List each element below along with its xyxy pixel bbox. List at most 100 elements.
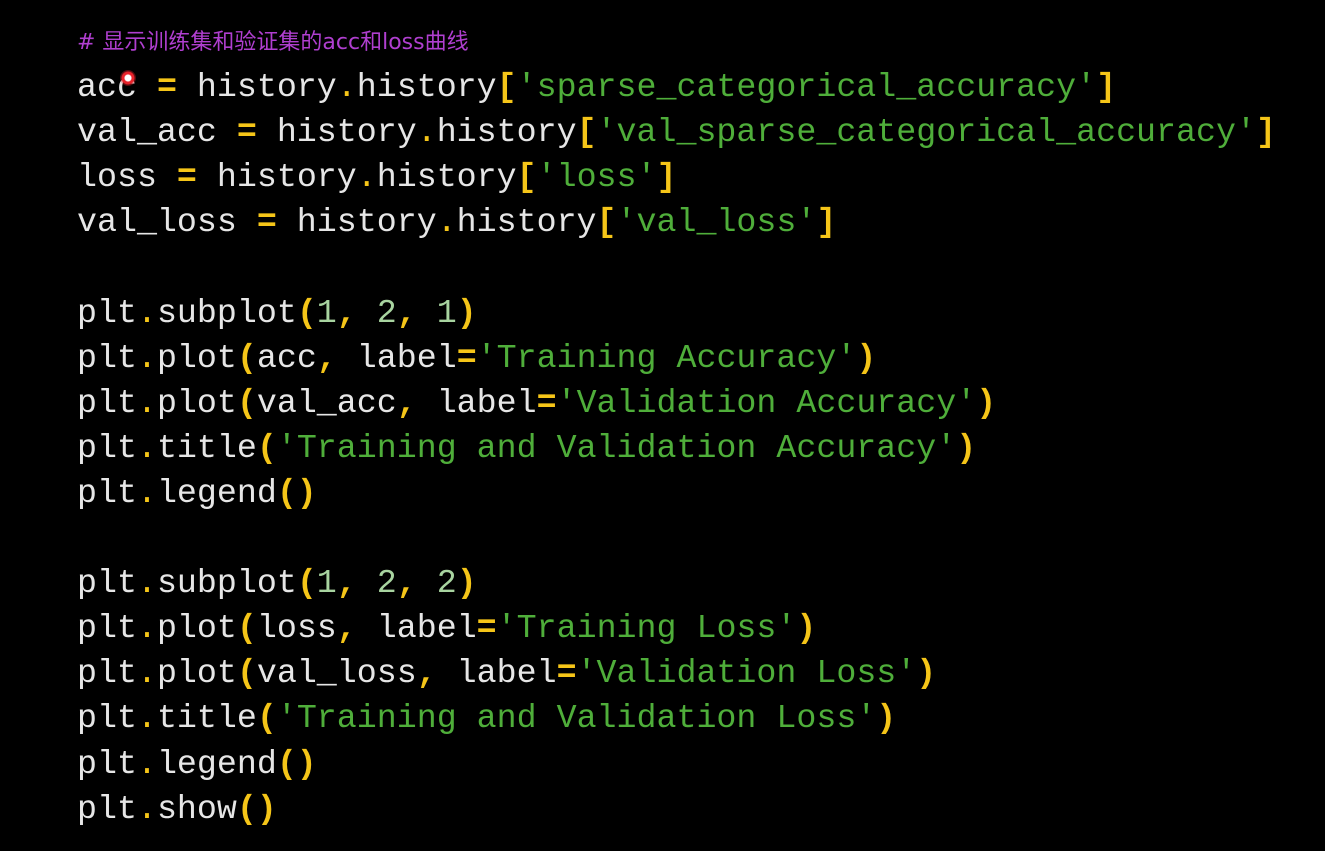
identifier-token: val_acc — [77, 113, 237, 152]
code-area[interactable]: # 显示训练集和验证集的acc和loss曲线 acc = history.hist… — [77, 20, 1276, 832]
bracket-token: ) — [456, 564, 477, 603]
code-line: plt.legend() — [77, 471, 1276, 516]
operator-token: , — [336, 564, 357, 603]
bracket-token: ) — [956, 428, 977, 467]
operator-token: , — [396, 564, 417, 603]
code-line: val_loss = history.history['val_loss'] — [77, 200, 1276, 245]
code-line: acc = history.history['sparse_categorica… — [77, 65, 1276, 110]
identifier-token: show — [156, 789, 237, 828]
code-line: val_acc = history.history['val_sparse_ca… — [77, 110, 1276, 155]
number-literal: 1 — [316, 293, 337, 332]
code-line: plt.plot(val_loss, label='Validation Los… — [77, 651, 1276, 696]
identifier-token: plt — [77, 699, 137, 738]
identifier-token — [417, 564, 437, 602]
bracket-token: () — [276, 744, 317, 783]
operator-token: , — [396, 293, 417, 332]
operator-token: , — [336, 293, 357, 332]
identifier-token: plt — [77, 744, 137, 783]
operator-token: = — [556, 654, 577, 693]
identifier-token: loss — [256, 609, 337, 648]
dot-token: . — [136, 699, 157, 738]
code-line: plt.plot(acc, label='Training Accuracy') — [77, 336, 1276, 381]
identifier-token: acc — [77, 68, 157, 107]
dot-token: . — [136, 564, 157, 603]
number-literal: 2 — [376, 293, 397, 332]
operator-token: , — [336, 609, 357, 648]
identifier-token: plt — [77, 564, 137, 603]
bracket-token: ) — [976, 383, 997, 422]
identifier-token: plot — [156, 383, 237, 422]
identifier-token: history — [256, 113, 417, 152]
dot-token: . — [136, 293, 157, 332]
operator-token: = — [176, 158, 197, 197]
bracket-token: ( — [256, 428, 277, 467]
identifier-token: label — [356, 609, 477, 648]
blank-line: ​ — [77, 245, 1276, 290]
identifier-token — [417, 294, 437, 332]
identifier-token: plt — [77, 383, 137, 422]
operator-token: = — [256, 203, 277, 242]
operator-token: = — [236, 113, 257, 152]
identifier-token: history — [276, 203, 437, 242]
bracket-token: ( — [296, 564, 317, 603]
operator-token: , — [416, 654, 437, 693]
bracket-token: [ — [496, 68, 517, 107]
number-literal: 2 — [436, 564, 457, 603]
operator-token: , — [316, 338, 337, 377]
identifier-token: loss — [77, 158, 177, 197]
identifier-token: plt — [77, 338, 137, 377]
bracket-token: () — [276, 473, 317, 512]
code-line: plt.legend() — [77, 742, 1276, 787]
bracket-token: ) — [456, 293, 477, 332]
number-literal: 1 — [436, 293, 457, 332]
operator-token: = — [536, 383, 557, 422]
dot-token: . — [136, 789, 157, 828]
comment-text: # 显示训练集和验证集的acc和loss曲线 — [77, 30, 469, 55]
dot-token: . — [136, 744, 157, 783]
string-literal: 'val_loss' — [616, 203, 817, 242]
identifier-token: plt — [77, 609, 137, 648]
number-literal: 1 — [316, 564, 337, 603]
identifier-token: label — [436, 654, 557, 693]
code-line: plt.title('Training and Validation Loss'… — [77, 696, 1276, 741]
identifier-token: title — [156, 428, 257, 467]
operator-token: , — [396, 383, 417, 422]
bracket-token: ] — [1255, 113, 1276, 152]
identifier-token: history — [376, 158, 517, 197]
bracket-token: ( — [256, 699, 277, 738]
dot-token: . — [136, 654, 157, 693]
dot-token: . — [136, 338, 157, 377]
identifier-token: plot — [156, 609, 237, 648]
identifier-token: history — [196, 158, 357, 197]
code-line: plt.show() — [77, 787, 1276, 832]
identifier-token: label — [336, 338, 457, 377]
string-literal: 'loss' — [536, 158, 657, 197]
identifier-token: history — [356, 68, 497, 107]
bracket-token: ( — [236, 654, 257, 693]
code-line: plt.subplot(1, 2, 1) — [77, 291, 1276, 336]
code-line: plt.plot(val_acc, label='Validation Accu… — [77, 381, 1276, 426]
identifier-token: val_loss — [77, 203, 257, 242]
code-line: plt.plot(loss, label='Training Loss') — [77, 606, 1276, 651]
identifier-token — [357, 294, 377, 332]
identifier-token: plot — [156, 654, 237, 693]
identifier-token: plt — [77, 428, 137, 467]
dot-token: . — [136, 609, 157, 648]
identifier-token: title — [156, 699, 257, 738]
identifier-token: plt — [77, 293, 137, 332]
identifier-token — [357, 564, 377, 602]
identifier-token: subplot — [156, 293, 297, 332]
code-line: plt.subplot(1, 2, 2) — [77, 561, 1276, 606]
identifier-token: subplot — [156, 564, 297, 603]
dot-token: . — [336, 68, 357, 107]
dot-token: . — [136, 383, 157, 422]
code-line: plt.title('Training and Validation Accur… — [77, 426, 1276, 471]
code-editor[interactable]: # 显示训练集和验证集的acc和loss曲线 acc = history.hist… — [0, 0, 1325, 851]
operator-token: = — [476, 609, 497, 648]
identifier-token: history — [176, 68, 337, 107]
identifier-token: plot — [156, 338, 237, 377]
dot-token: . — [416, 113, 437, 152]
operator-token: = — [456, 338, 477, 377]
code-line: loss = history.history['loss'] — [77, 155, 1276, 200]
bracket-token: ) — [916, 654, 937, 693]
